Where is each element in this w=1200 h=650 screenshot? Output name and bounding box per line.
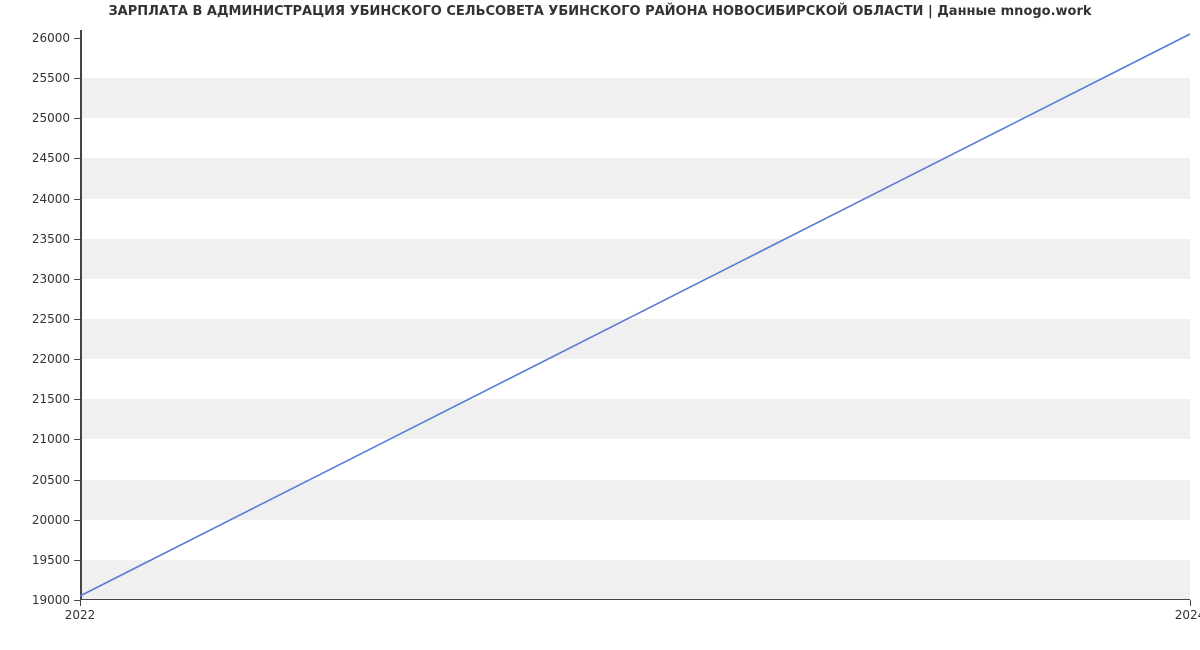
y-tick — [74, 480, 80, 481]
x-tick — [1190, 600, 1191, 606]
y-tick-label: 24500 — [32, 151, 70, 165]
y-tick — [74, 118, 80, 119]
y-tick-label: 25500 — [32, 71, 70, 85]
y-tick — [74, 78, 80, 79]
y-tick — [74, 520, 80, 521]
y-tick-label: 20500 — [32, 473, 70, 487]
y-tick-label: 23500 — [32, 232, 70, 246]
y-tick-label: 26000 — [32, 31, 70, 45]
y-tick — [74, 239, 80, 240]
y-tick-label: 23000 — [32, 272, 70, 286]
y-tick — [74, 38, 80, 39]
y-tick — [74, 158, 80, 159]
plot-area — [80, 30, 1190, 600]
y-tick-label: 21500 — [32, 392, 70, 406]
y-tick-label: 24000 — [32, 192, 70, 206]
y-tick — [74, 319, 80, 320]
series-line — [80, 34, 1190, 596]
x-tick-label: 2022 — [65, 608, 96, 622]
y-tick-label: 22500 — [32, 312, 70, 326]
y-tick-label: 20000 — [32, 513, 70, 527]
x-tick-label: 2024 — [1175, 608, 1200, 622]
y-tick-label: 22000 — [32, 352, 70, 366]
y-tick — [74, 359, 80, 360]
plot-svg — [80, 30, 1190, 600]
y-tick-label: 19500 — [32, 553, 70, 567]
y-tick — [74, 560, 80, 561]
y-tick — [74, 199, 80, 200]
y-tick — [74, 439, 80, 440]
chart-container: ЗАРПЛАТА В АДМИНИСТРАЦИЯ УБИНСКОГО СЕЛЬС… — [0, 0, 1200, 650]
y-tick — [74, 279, 80, 280]
y-tick-label: 19000 — [32, 593, 70, 607]
y-tick — [74, 399, 80, 400]
y-tick-label: 25000 — [32, 111, 70, 125]
x-tick — [80, 600, 81, 606]
y-tick-label: 21000 — [32, 432, 70, 446]
chart-title: ЗАРПЛАТА В АДМИНИСТРАЦИЯ УБИНСКОГО СЕЛЬС… — [0, 4, 1200, 19]
